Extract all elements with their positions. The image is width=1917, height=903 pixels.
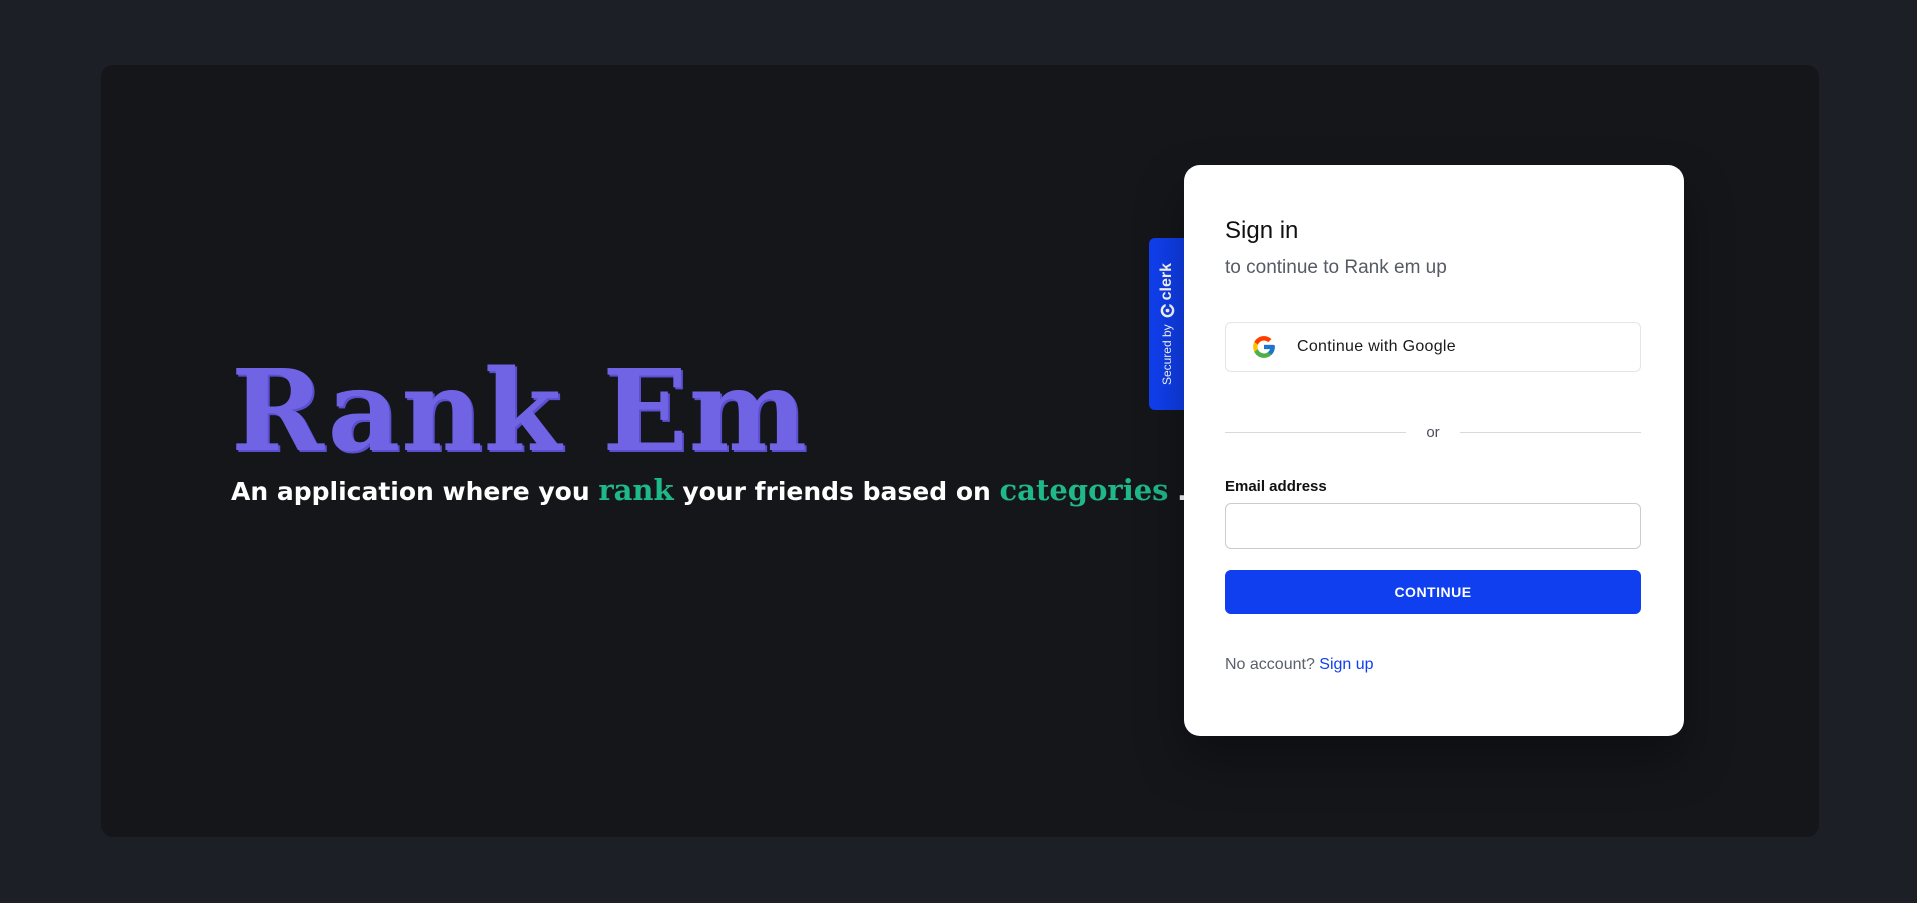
app-tagline: An application where you rank your frien… (231, 470, 1187, 512)
divider-line-left (1225, 432, 1407, 433)
continue-with-google-button[interactable]: Continue with Google (1225, 322, 1641, 372)
clerk-brand-text: clerk (1157, 262, 1175, 301)
google-button-label: Continue with Google (1297, 338, 1456, 355)
app-title: Rank Em (231, 346, 809, 477)
secured-by-label: Secured by (1159, 324, 1174, 386)
email-address-label: Email address (1225, 478, 1327, 495)
tagline-accent-categories: categories (999, 473, 1169, 507)
divider-text: or (1426, 424, 1440, 441)
continue-button[interactable]: CONTINUE (1225, 570, 1641, 614)
clerk-secured-badge[interactable]: Secured by clerk (1149, 238, 1184, 410)
sign-up-link[interactable]: Sign up (1319, 656, 1373, 673)
or-divider: or (1225, 424, 1641, 441)
no-account-text: No account? (1225, 656, 1315, 673)
sign-in-title: Sign in (1225, 217, 1299, 244)
tagline-accent-rank: rank (598, 473, 674, 507)
sign-up-prompt: No account? Sign up (1225, 656, 1374, 674)
email-address-input[interactable] (1225, 503, 1641, 549)
sign-in-card: Sign in to continue to Rank em up Contin… (1184, 165, 1684, 736)
tagline-text-2: your friends based on (673, 477, 1000, 506)
clerk-logo-icon (1159, 303, 1174, 318)
divider-line-right (1459, 432, 1641, 433)
hero-section: Rank Em An application where you rank yo… (231, 346, 1187, 512)
google-g-icon (1251, 334, 1277, 360)
tagline-text-1: An application where you (231, 477, 599, 506)
clerk-logo: clerk (1158, 263, 1176, 318)
sign-in-subtitle: to continue to Rank em up (1225, 257, 1447, 278)
